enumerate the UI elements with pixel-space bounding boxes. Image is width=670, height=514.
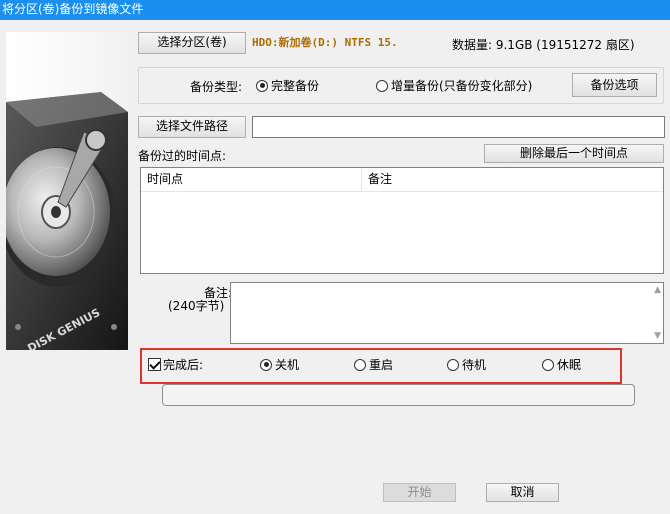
scroll-up-icon[interactable]: ▲ [654,285,661,295]
shutdown-label: 关机 [275,358,300,372]
cancel-button[interactable]: 取消 [486,483,559,502]
scroll-down-icon[interactable]: ▼ [654,331,661,341]
timepoints-list-header: 时间点 备注 [141,168,663,192]
timepoints-label: 备份过的时间点: [138,149,227,163]
selected-partition-text: HDO:新加卷(D:) NTFS 15. [252,36,398,49]
radio-indicator [376,79,388,92]
radio-indicator [354,358,366,371]
restart-radio[interactable]: 重启 [354,356,393,373]
select-file-path-button[interactable]: 选择文件路径 [138,116,246,138]
progress-bar [162,384,635,406]
data-amount-text: 数据量: 9.1GB (19151272 扇区) [452,38,635,52]
hibernate-radio[interactable]: 休眠 [542,356,581,373]
checkbox-indicator [148,358,161,371]
standby-radio[interactable]: 待机 [447,356,486,373]
column-header-timepoint[interactable]: 时间点 [141,168,362,191]
after-complete-label: 完成后: [163,358,204,372]
full-backup-radio[interactable]: 完整备份 [256,77,319,94]
delete-last-timepoint-button[interactable]: 删除最后一个时间点 [484,144,664,163]
note-byte-hint: (240字节) [168,299,225,313]
incremental-backup-label: 增量备份(只备份变化部分) [391,79,533,93]
dialog-body: DISK GENIUS 选择分区(卷) HDO:新加卷(D:) NTFS 15.… [0,20,670,514]
note-textarea[interactable]: ▲ ▼ [230,282,664,344]
column-header-note[interactable]: 备注 [362,168,392,191]
hard-disk-illustration: DISK GENIUS [6,92,128,350]
start-button[interactable]: 开始 [383,483,456,502]
backup-type-label: 备份类型: [190,80,243,94]
radio-indicator [447,358,459,371]
disk-genius-image: DISK GENIUS [6,32,128,350]
incremental-backup-radio[interactable]: 增量备份(只备份变化部分) [376,77,532,94]
radio-indicator [260,358,272,371]
radio-indicator [256,79,268,92]
select-partition-button[interactable]: 选择分区(卷) [138,32,246,54]
after-complete-checkbox[interactable]: 完成后: [148,356,203,373]
timepoints-list[interactable]: 时间点 备注 [140,167,664,274]
window-title: 将分区(卷)备份到镜像文件 [0,0,670,20]
file-path-input[interactable] [252,116,665,138]
hibernate-label: 休眠 [557,358,582,372]
shutdown-radio[interactable]: 关机 [260,356,299,373]
restart-label: 重启 [369,358,394,372]
backup-options-button[interactable]: 备份选项 [572,73,657,97]
standby-label: 待机 [462,358,487,372]
full-backup-label: 完整备份 [271,79,320,93]
radio-indicator [542,358,554,371]
